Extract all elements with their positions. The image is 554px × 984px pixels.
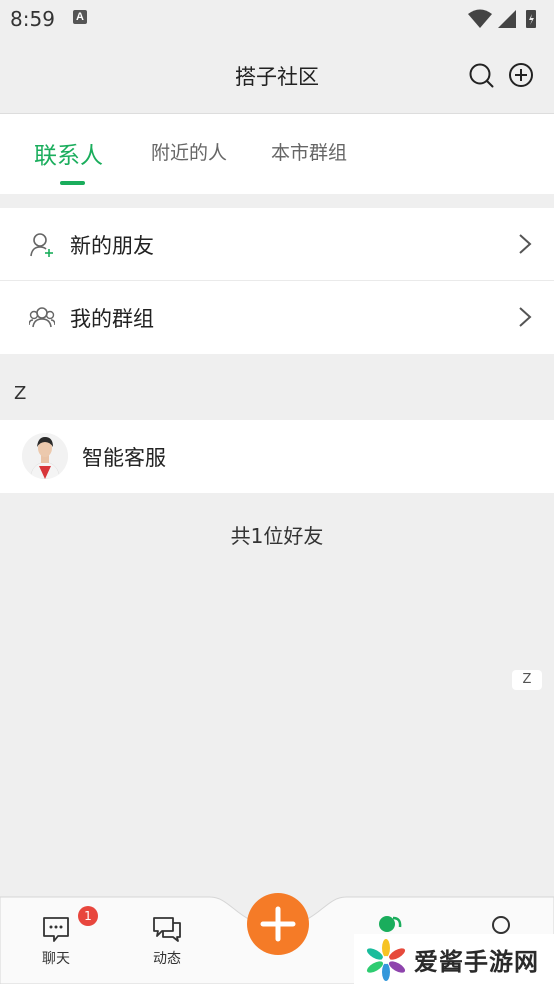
group-icon: [29, 307, 55, 328]
new-friends-label: 新的朋友: [70, 234, 154, 258]
add-friend-icon: [30, 233, 53, 257]
tab-bar: 联系人 附近的人 本市群组: [0, 114, 554, 194]
nav-moments-label: 动态: [153, 951, 181, 967]
chat-icon: [43, 917, 69, 942]
contact-row[interactable]: 智能客服: [0, 420, 554, 493]
nav-chat-label: 聊天: [42, 951, 70, 967]
signal-icon: [498, 10, 516, 28]
watermark: 爱酱手游网: [354, 934, 554, 984]
plus-icon: [260, 906, 296, 942]
publish-fab[interactable]: [247, 893, 309, 955]
tab-nearby[interactable]: 附近的人: [151, 138, 227, 165]
status-time: 8:59: [10, 7, 55, 31]
tab-local-groups[interactable]: 本市群组: [271, 138, 347, 165]
avatar: [22, 433, 68, 479]
pinwheel-logo-icon: [366, 939, 406, 981]
index-letter[interactable]: Z: [512, 670, 542, 690]
wifi-icon: [468, 9, 492, 28]
tab-contacts[interactable]: 联系人: [34, 136, 103, 170]
nav-moments[interactable]: 动态: [137, 914, 197, 968]
status-icons: [468, 9, 536, 28]
notification-icon: A: [73, 10, 87, 24]
title-bar: 搭子社区: [0, 38, 554, 114]
menu-group: 新的朋友 我的群组: [0, 208, 554, 354]
section-letter: Z: [14, 383, 27, 404]
unread-badge: 1: [78, 906, 98, 926]
add-circle-icon[interactable]: [508, 62, 534, 88]
my-groups-label: 我的群组: [70, 307, 154, 331]
search-icon[interactable]: [468, 62, 494, 88]
chevron-right-icon: [519, 234, 532, 254]
friend-count: 共1位好友: [230, 524, 324, 548]
status-bar: 8:59 A: [0, 0, 554, 38]
watermark-text: 爱酱手游网: [414, 948, 539, 976]
moments-icon: [153, 917, 181, 942]
nav-chat[interactable]: 聊天: [26, 914, 86, 968]
active-tab-indicator: [60, 181, 85, 185]
contact-name: 智能客服: [82, 446, 166, 470]
my-groups-item[interactable]: 我的群组: [0, 281, 554, 354]
new-friends-item[interactable]: 新的朋友: [0, 208, 554, 281]
chevron-right-icon: [519, 307, 532, 327]
